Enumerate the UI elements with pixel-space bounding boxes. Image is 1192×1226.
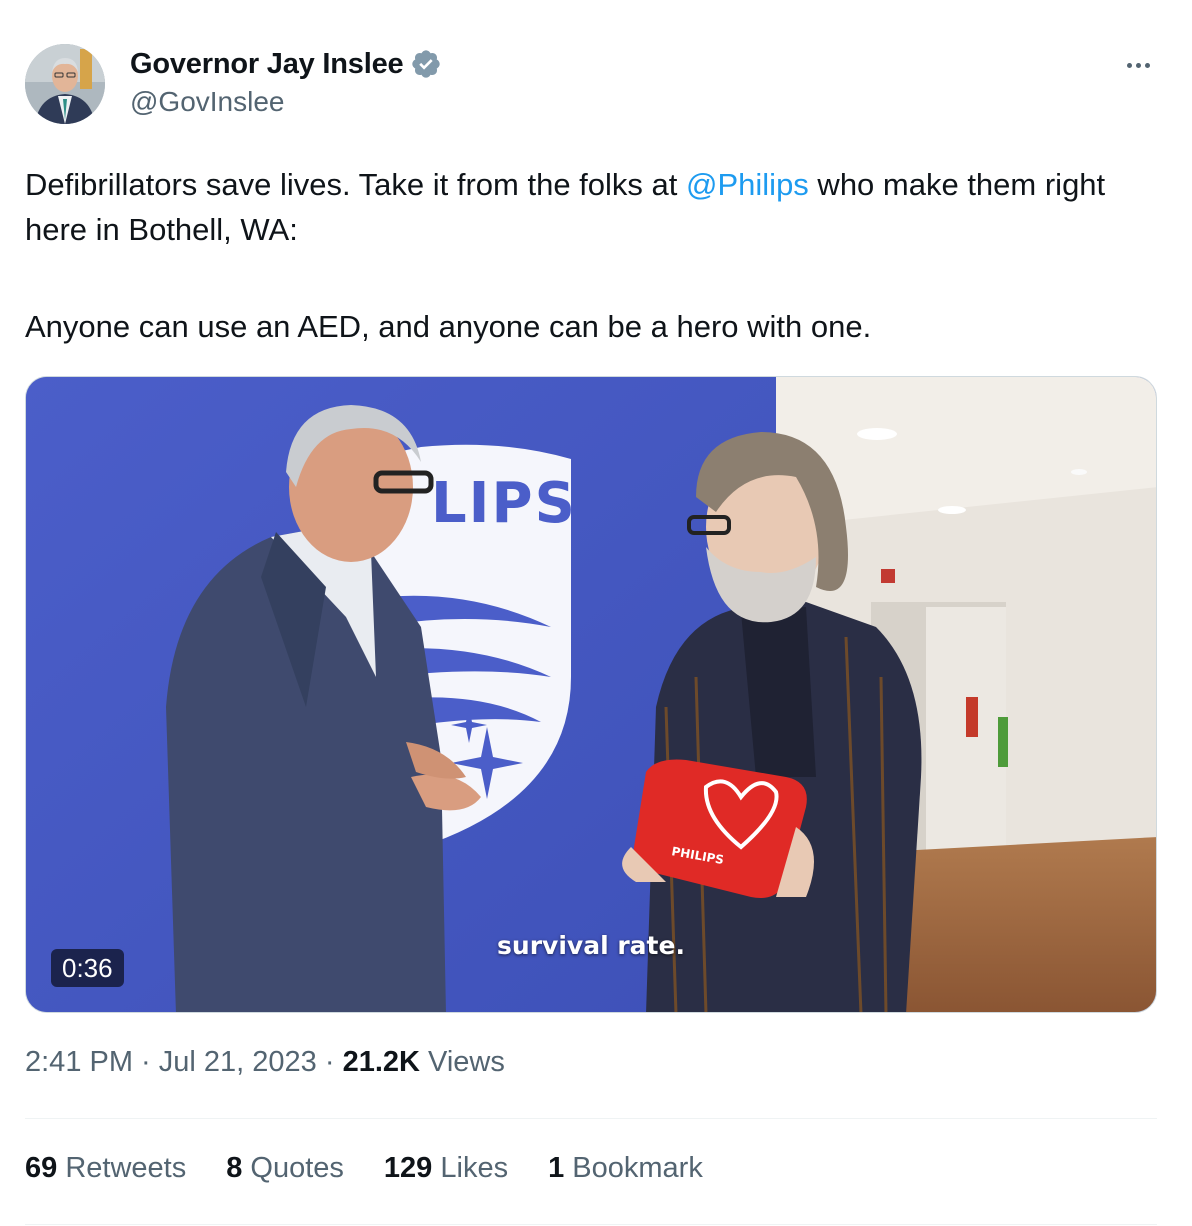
video-caption: survival rate.	[497, 931, 685, 960]
tweet-meta: 2:41 PM · Jul 21, 2023 · 21.2K Views	[25, 1046, 505, 1079]
views-label: Views	[428, 1046, 505, 1078]
author-handle[interactable]: @GovInslee	[130, 86, 285, 118]
author-avatar[interactable]	[25, 44, 105, 124]
avatar-photo	[25, 44, 105, 124]
more-options-icon[interactable]	[1118, 50, 1158, 80]
author-name[interactable]: Governor Jay Inslee	[130, 48, 404, 81]
meta-separator: ·	[133, 1046, 159, 1078]
video-player[interactable]: LIPS PHILIPS survival rate. 0:36	[25, 376, 1157, 1013]
video-duration: 0:36	[51, 949, 124, 987]
quotes-stat[interactable]: 8 Quotes	[226, 1152, 344, 1185]
video-frame: LIPS PHILIPS	[26, 377, 1156, 1012]
views-count: 21.2K	[342, 1046, 420, 1078]
meta-separator-2: ·	[316, 1046, 343, 1078]
mention-link[interactable]: @Philips	[686, 167, 809, 202]
divider	[25, 1118, 1157, 1119]
likes-stat[interactable]: 129 Likes	[384, 1152, 508, 1185]
wall-logo-text: LIPS	[431, 471, 577, 536]
views-spacer	[420, 1046, 428, 1079]
tweet-time[interactable]: 2:41 PM	[25, 1046, 133, 1079]
tweet-text: Defibrillators save lives. Take it from …	[25, 162, 1155, 349]
bookmarks-stat[interactable]: 1 Bookmark	[548, 1152, 703, 1185]
retweets-stat[interactable]: 69 Retweets	[25, 1152, 186, 1185]
tweet-text-line1: Defibrillators save lives. Take it from …	[25, 167, 1106, 247]
divider-bottom	[25, 1224, 1157, 1225]
verified-badge-icon[interactable]	[410, 48, 442, 80]
tweet-text-line2: Anyone can use an AED, and anyone can be…	[25, 309, 872, 344]
tweet-date[interactable]: Jul 21, 2023	[159, 1046, 317, 1079]
engagement-stats: 69 Retweets 8 Quotes 129 Likes 1 Bookmar…	[25, 1152, 743, 1185]
